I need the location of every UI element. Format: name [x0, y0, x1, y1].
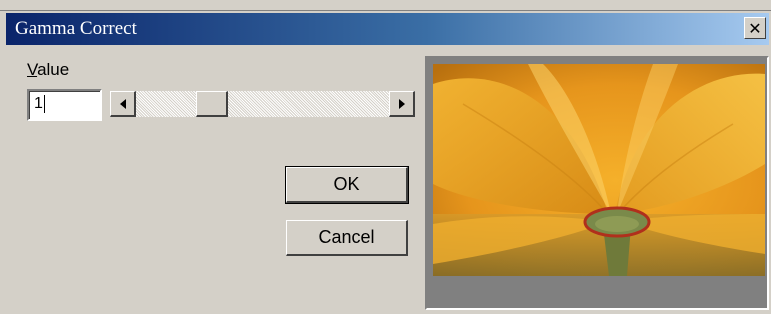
window-top-strip [0, 0, 771, 11]
gamma-slider-track[interactable] [110, 91, 415, 117]
close-icon: ✕ [748, 18, 762, 38]
scroll-right-button[interactable] [389, 91, 415, 117]
text-caret [43, 95, 45, 113]
title-bar[interactable]: Gamma Correct ✕ [6, 13, 769, 45]
value-label-accelerator: V [27, 60, 38, 79]
preview-panel [425, 56, 769, 310]
cancel-button[interactable]: Cancel [286, 220, 408, 256]
gamma-correct-dialog: Gamma Correct ✕ Value 1 OK Cancel [0, 0, 771, 314]
gamma-slider-thumb[interactable] [196, 91, 228, 117]
value-label: Value [27, 60, 69, 80]
dialog-title: Gamma Correct [15, 18, 137, 39]
value-input[interactable]: 1 [27, 89, 102, 121]
scroll-left-button[interactable] [110, 91, 136, 117]
value-label-text: alue [37, 60, 70, 79]
ok-button[interactable]: OK [285, 166, 409, 204]
scroll-left-arrow-icon [119, 98, 126, 109]
value-input-text: 1 [34, 95, 43, 113]
close-button[interactable]: ✕ [744, 17, 766, 39]
scroll-right-arrow-icon [398, 98, 405, 109]
preview-image [433, 64, 765, 276]
